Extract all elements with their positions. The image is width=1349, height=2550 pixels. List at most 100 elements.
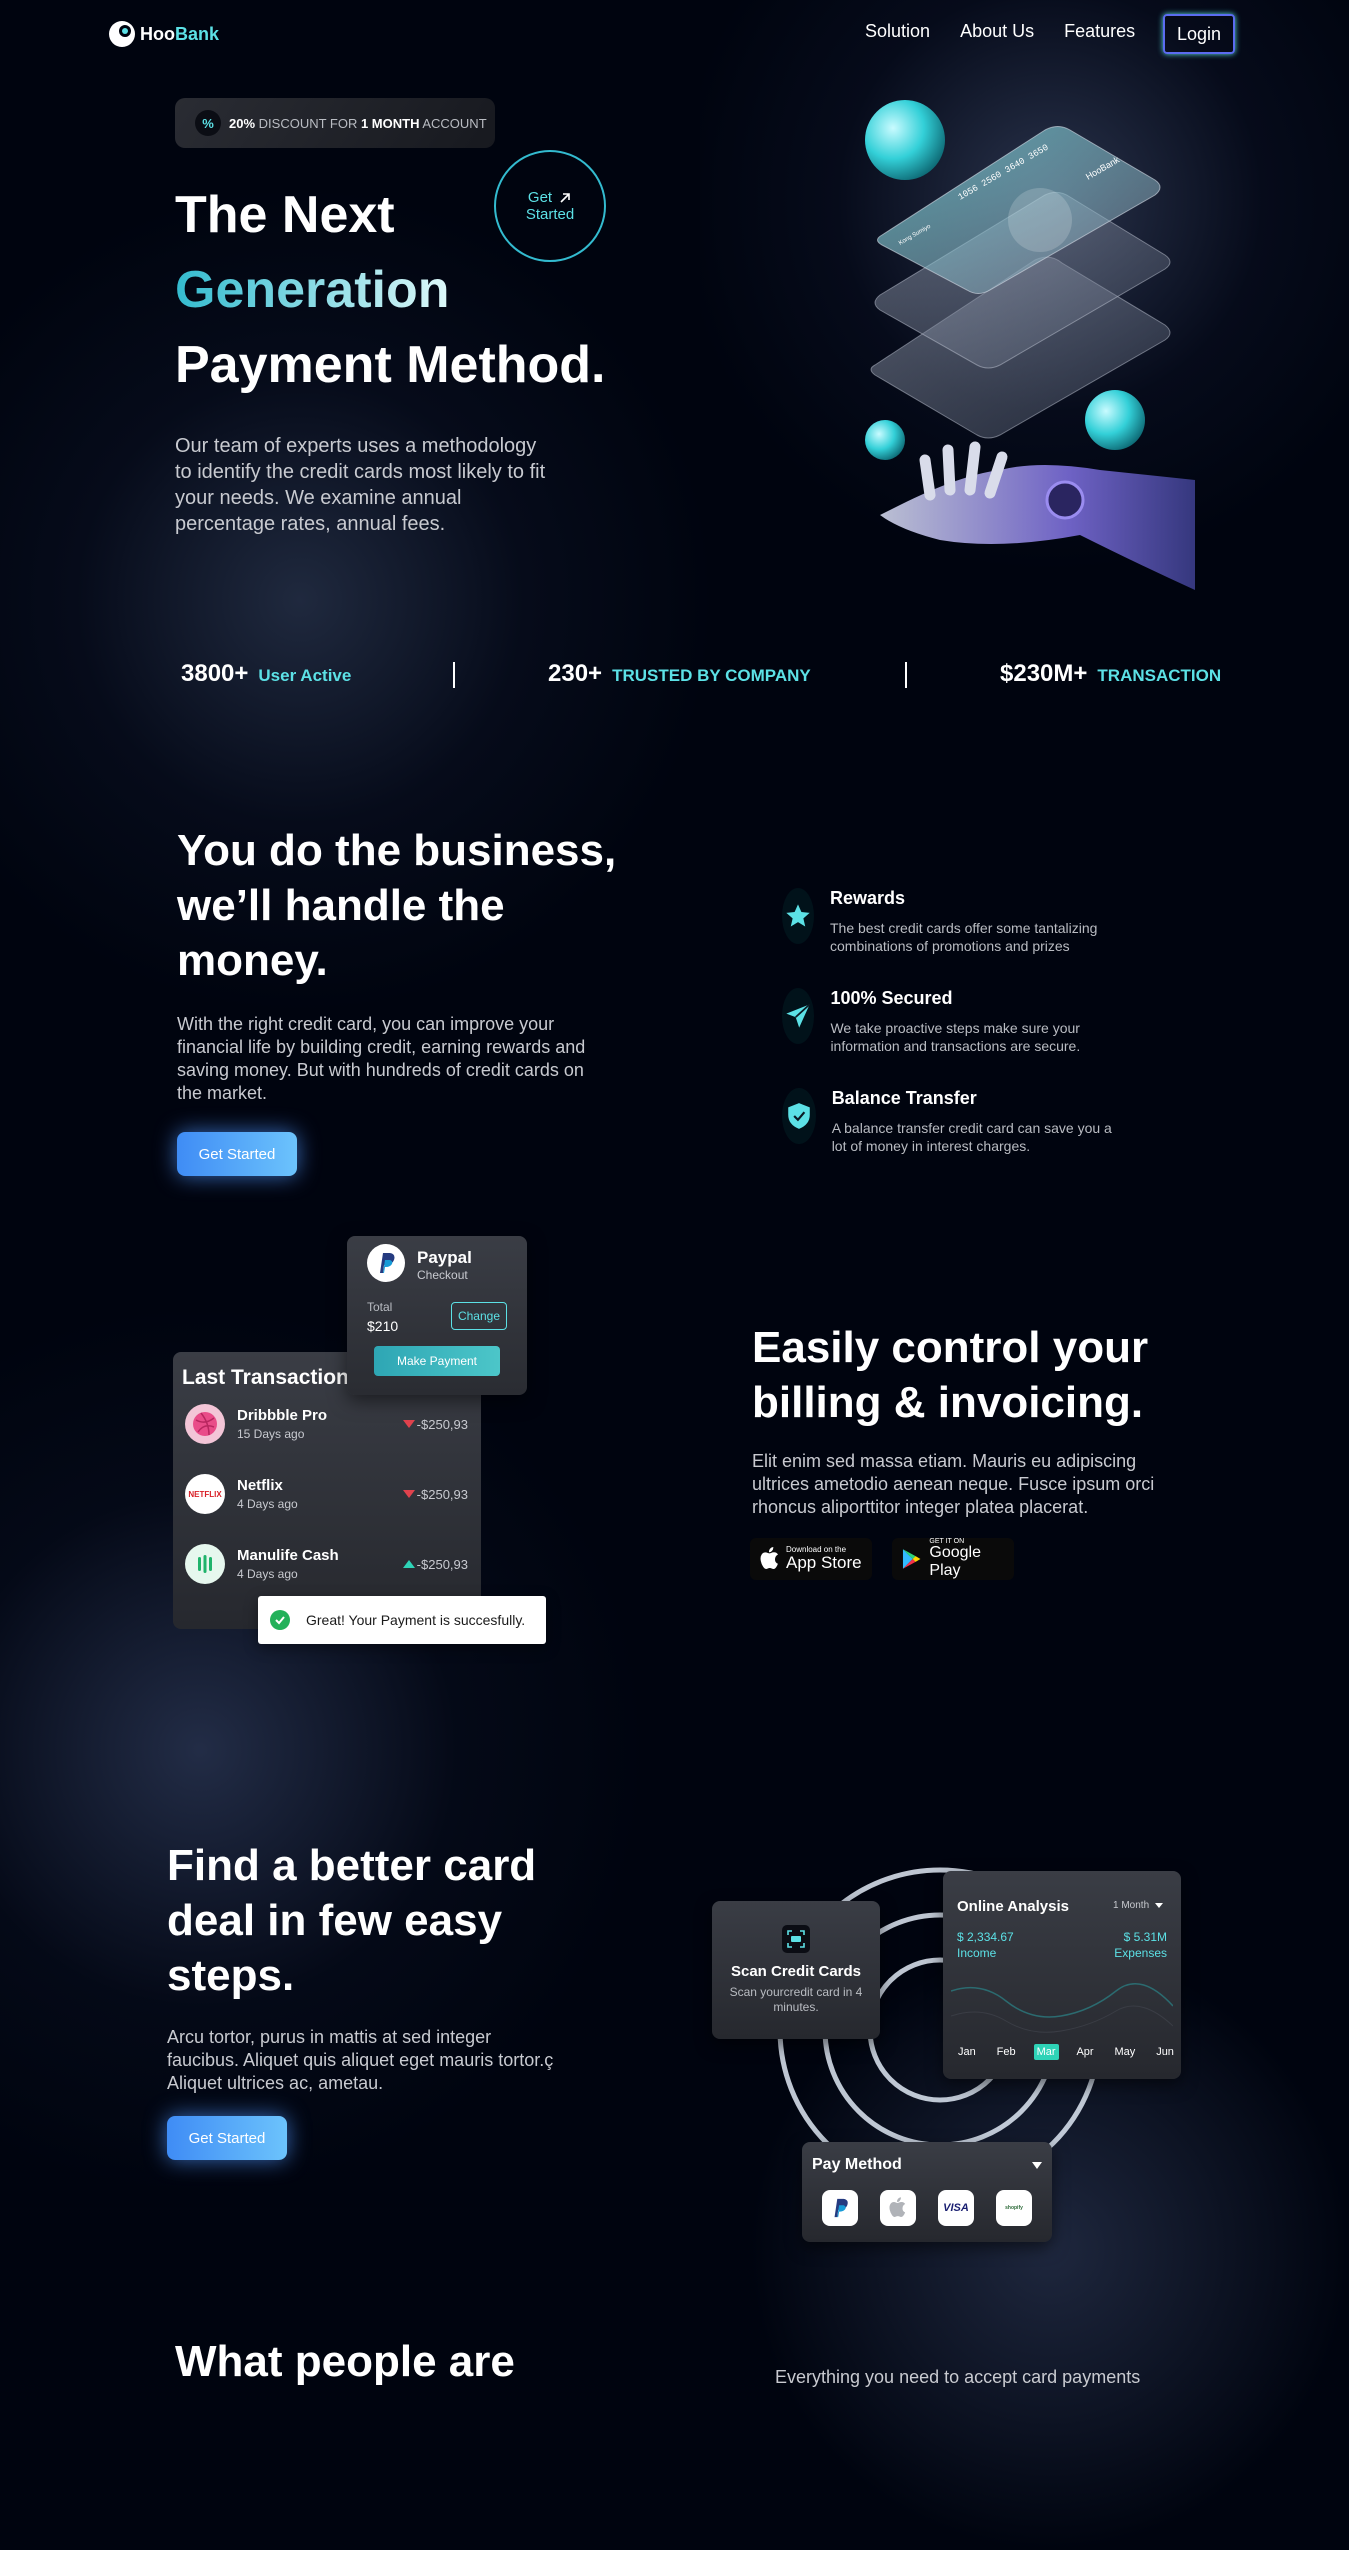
income-label: Income <box>957 1946 997 1960</box>
hero-get-started-button[interactable]: Get Started <box>494 150 606 262</box>
feature-secured: 100% Secured We take proactive steps mak… <box>782 988 1122 1055</box>
testimonials-description: Everything you need to accept card payme… <box>775 2367 1141 2387</box>
nav-item-features[interactable]: Features <box>1064 21 1135 42</box>
transaction-amount: -$250,93 <box>416 1486 468 1502</box>
feature-balance-desc: A balance transfer credit card can save … <box>831 1120 1112 1154</box>
feature-balance: Balance Transfer A balance transfer cred… <box>782 1088 1122 1155</box>
business-get-started-button[interactable]: Get Started <box>177 1132 297 1176</box>
paypal-icon <box>367 1244 405 1282</box>
nav-item-about-us[interactable]: About Us <box>960 21 1034 42</box>
shield-icon <box>782 1088 816 1144</box>
google-play-button[interactable]: GET IT ON Google Play <box>892 1538 1014 1580</box>
logo-icon <box>109 21 135 47</box>
apple-icon <box>760 1547 778 1569</box>
month-feb[interactable]: Feb <box>994 2044 1019 2060</box>
business-title: You do the business, we’ll handle the mo… <box>177 826 617 985</box>
sphere-large <box>865 100 945 180</box>
feature-rewards: Rewards The best credit cards offer some… <box>782 888 1122 955</box>
testimonials-title: What people are <box>175 2337 515 2386</box>
check-circle-icon <box>270 1610 290 1630</box>
feature-balance-title: Balance Transfer <box>831 1088 977 1108</box>
month-jan[interactable]: Jan <box>955 2044 979 2060</box>
visa-icon[interactable]: VISA <box>938 2190 974 2226</box>
stat-divider <box>453 662 455 688</box>
transaction-time: 15 Days ago <box>237 1427 305 1441</box>
arrow-down-icon <box>402 1420 415 1428</box>
analysis-graph <box>951 1983 1173 2033</box>
app-store-button[interactable]: Download on the App Store <box>750 1538 872 1580</box>
transaction-row[interactable]: Manulife Cash 4 Days ago -$250,93 <box>185 1544 468 1584</box>
hero-illustration: HooBank 1056 2560 3640 3650 Kong Sumiyo <box>840 85 1200 605</box>
transaction-row[interactable]: NETFLIX Netflix 4 Days ago -$250,93 <box>185 1474 468 1514</box>
chevron-down-icon <box>1155 1903 1164 1908</box>
paypal-checkout-card: Paypal Checkout Total $210 Change Make P… <box>347 1236 527 1395</box>
stat-transactions: $230M+ TRANSACTION <box>1000 660 1221 688</box>
pay-method-title: Pay Method <box>812 2156 902 2173</box>
shopify-icon[interactable]: shopify <box>996 2190 1032 2226</box>
get-started-line2: Started <box>525 206 575 223</box>
discount-mid: DISCOUNT FOR <box>255 115 361 131</box>
month-jun[interactable]: Jun <box>1153 2044 1177 2060</box>
last-transaction-title: Last Transaction <box>182 1366 349 1389</box>
send-icon <box>782 988 815 1044</box>
paypal-change-button[interactable]: Change <box>451 1302 507 1330</box>
card-deal-title: Find a better card deal in few easy step… <box>167 1841 537 2000</box>
star-icon <box>782 888 814 944</box>
get-started-line1: Get <box>527 189 553 206</box>
pay-method-card: Pay Method VISA shopify <box>802 2142 1052 2242</box>
stat-transactions-label: TRANSACTION <box>1097 666 1222 685</box>
billing-title: Easily control your billing & invoicing. <box>752 1323 1149 1427</box>
transaction-name: Netflix <box>237 1477 283 1494</box>
transaction-time: 4 Days ago <box>237 1497 298 1511</box>
online-analysis-card: Online Analysis 1 Month $ 2,334.67 Incom… <box>943 1871 1181 2079</box>
transaction-row[interactable]: Dribbble Pro 15 Days ago -$250,93 <box>185 1404 468 1444</box>
billing-description: Elit enim sed massa etiam. Mauris eu adi… <box>752 1451 1155 1517</box>
hero-title-line1: The Next <box>175 186 395 244</box>
make-payment-button[interactable]: Make Payment <box>374 1346 500 1376</box>
apple-icon[interactable] <box>880 2190 916 2226</box>
paypal-icon[interactable] <box>822 2190 858 2226</box>
make-payment-label: Make Payment <box>396 1354 478 1368</box>
feature-rewards-desc: The best credit cards offer some tantali… <box>830 920 1098 954</box>
analysis-period-dropdown[interactable]: 1 Month <box>1113 1900 1164 1911</box>
chevron-down-icon[interactable] <box>1032 2162 1042 2169</box>
stat-users-value: 3800+ <box>181 660 249 687</box>
toast-text: Great! Your Payment is succesfully. <box>306 1612 526 1628</box>
feature-secured-desc: We take proactive steps make sure your i… <box>830 1020 1081 1054</box>
analysis-period-label: 1 Month <box>1113 1900 1150 1911</box>
scan-card: Scan Credit Cards Scan yourcredit card i… <box>712 1901 880 2039</box>
income-value: $ 2,334.67 <box>957 1930 1014 1944</box>
nav-item-solution[interactable]: Solution <box>865 21 930 42</box>
nav-menu: Solution About Us Features <box>865 21 1135 42</box>
logo[interactable]: HooBank <box>106 18 219 50</box>
feature-secured-title: 100% Secured <box>830 988 953 1008</box>
google-play-big-text: Google Play <box>929 1544 981 1579</box>
hero-title-line3: Payment Method. <box>175 336 606 394</box>
transaction-time: 4 Days ago <box>237 1567 298 1581</box>
discount-percent: 20% <box>229 115 256 131</box>
navbar: HooBank Solution About Us Features Login <box>0 0 1349 66</box>
analysis-title: Online Analysis <box>957 1898 1069 1915</box>
business-description: With the right credit card, you can impr… <box>177 1014 586 1103</box>
stat-companies-label: TRUSTED BY COMPANY <box>612 666 811 685</box>
card-deal-get-started-label: Get Started <box>188 2129 266 2147</box>
google-play-icon <box>902 1549 921 1569</box>
scan-icon <box>782 1925 810 1953</box>
month-may[interactable]: May <box>1111 2044 1138 2060</box>
expenses-value: $ 5.31M <box>1123 1930 1167 1944</box>
stat-companies-value: 230+ <box>548 660 603 687</box>
paypal-change-label: Change <box>457 1309 501 1323</box>
login-button[interactable]: Login <box>1163 14 1235 54</box>
netflix-icon: NETFLIX <box>185 1474 225 1514</box>
app-store-big-text: App Store <box>786 1553 862 1572</box>
stat-companies: 230+ TRUSTED BY COMPANY <box>548 660 811 688</box>
card-deal-get-started-button[interactable]: Get Started <box>167 2116 287 2160</box>
discount-end: ACCOUNT <box>419 115 487 131</box>
dribbble-icon <box>185 1404 225 1444</box>
month-apr[interactable]: Apr <box>1073 2044 1096 2060</box>
transaction-name: Dribbble Pro <box>237 1407 328 1424</box>
arrow-down-icon <box>402 1490 415 1498</box>
arrow-up-icon <box>402 1560 415 1568</box>
month-mar[interactable]: Mar <box>1033 2044 1059 2060</box>
scan-title: Scan Credit Cards <box>730 1963 862 1980</box>
